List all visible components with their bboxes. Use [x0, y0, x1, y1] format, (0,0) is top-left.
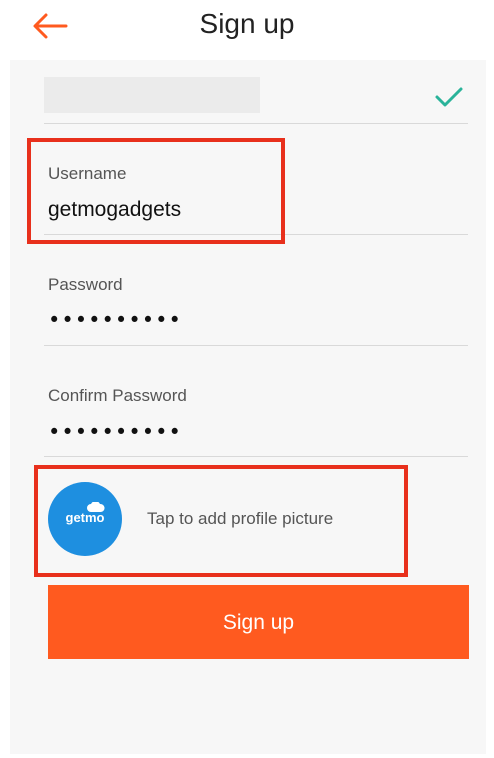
- password-label: Password: [48, 275, 123, 294]
- divider: [44, 456, 468, 457]
- divider: [44, 345, 468, 346]
- sign-up-button[interactable]: Sign up: [48, 585, 469, 659]
- profile-picture-highlight-box: [34, 465, 408, 577]
- confirm-password-field[interactable]: ••••••••••: [48, 420, 182, 444]
- confirm-password-label: Confirm Password: [48, 386, 187, 405]
- username-highlight-box: [27, 138, 285, 244]
- password-field[interactable]: ••••••••••: [48, 308, 182, 332]
- page-title: Sign up: [199, 8, 295, 39]
- check-icon: [435, 87, 463, 107]
- verified-field[interactable]: [44, 77, 260, 113]
- top-bar: Sign up: [0, 0, 494, 56]
- divider: [44, 123, 468, 124]
- signup-screen: Sign up Username getmogadgets Password •…: [0, 0, 494, 758]
